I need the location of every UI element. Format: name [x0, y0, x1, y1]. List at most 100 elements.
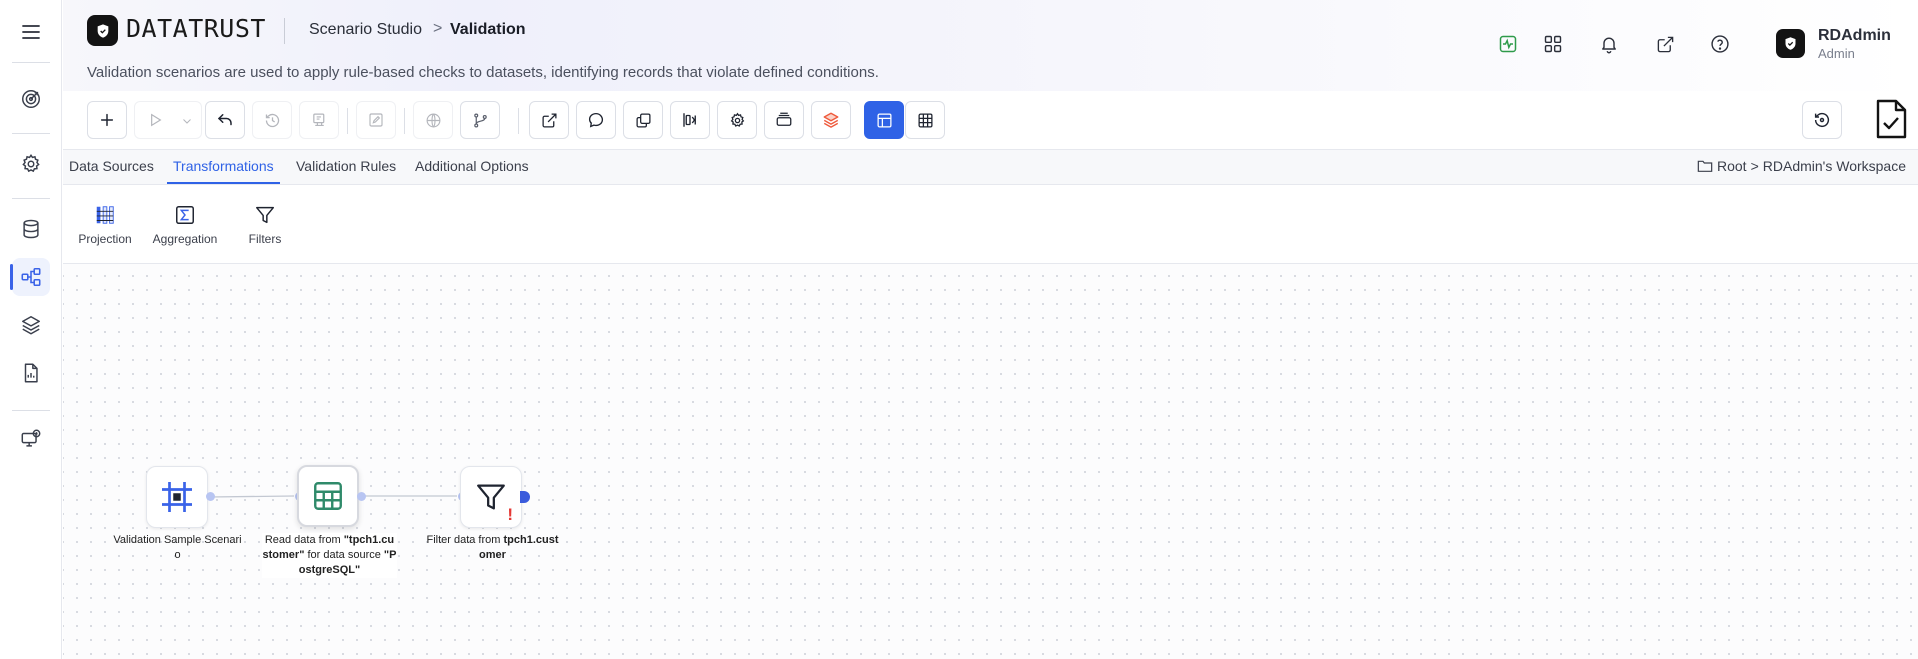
sidebar-divider [12, 133, 50, 134]
node-label-scenario: Validation Sample Scenario [113, 534, 242, 561]
node-filter-data[interactable]: ! [460, 466, 522, 528]
external-link-icon [541, 112, 557, 128]
align-icon [683, 113, 696, 127]
align-button[interactable] [670, 101, 710, 139]
node-scenario-start[interactable] [146, 466, 208, 528]
filter-icon [477, 484, 505, 510]
node-output-port[interactable] [357, 492, 366, 501]
workspace-name[interactable]: RDAdmin's Workspace [1763, 158, 1906, 174]
history-icon [265, 113, 279, 127]
tab-transformations[interactable]: Transformations [167, 158, 280, 184]
palette-item-aggregation[interactable]: Aggregation [150, 202, 220, 246]
open-button[interactable] [529, 101, 569, 139]
deploy-icon [312, 113, 324, 126]
node-read-data[interactable] [297, 465, 359, 527]
node-label-text: Read data from [264, 534, 344, 546]
revert-button[interactable] [1802, 101, 1842, 139]
layers-orange-icon [823, 112, 839, 128]
tab-validation-rules[interactable]: Validation Rules [296, 158, 396, 174]
database-icon [23, 219, 39, 239]
avatar[interactable] [1776, 29, 1805, 58]
sidebar-item-layers[interactable] [12, 306, 50, 344]
document-check-icon [1876, 99, 1907, 139]
globe-button[interactable] [413, 101, 453, 139]
table-view-button[interactable] [905, 101, 945, 139]
tab-data-sources[interactable]: Data Sources [69, 158, 154, 174]
tab-additional-options[interactable]: Additional Options [415, 158, 529, 174]
apps-grid-button[interactable] [1540, 31, 1566, 57]
sidebar-item-settings[interactable] [12, 145, 50, 183]
sidebar-item-target[interactable] [12, 80, 50, 118]
left-sidebar [0, 0, 62, 659]
node-label-text: for data source [304, 549, 384, 561]
monitor-icon [21, 429, 41, 447]
hamburger-menu-icon[interactable] [19, 20, 43, 44]
node-label-read: Read data from "tpch1.customer" for data… [262, 533, 397, 578]
edit-icon [369, 113, 383, 127]
undo-button[interactable] [205, 101, 245, 139]
toolbar-separator [518, 108, 519, 134]
apps-grid-icon [1544, 35, 1562, 53]
stack-button[interactable] [764, 101, 804, 139]
breadcrumb-parent[interactable]: Scenario Studio [309, 21, 422, 39]
history-button[interactable] [252, 101, 292, 139]
transformations-palette: Projection Aggregation Filters [63, 186, 1918, 264]
workspace-root[interactable]: Root [1717, 158, 1747, 174]
layers-icon [22, 316, 40, 335]
palette-label: Filters [248, 232, 282, 246]
layout-icon [876, 112, 892, 128]
page-description: Validation scenarios are used to apply r… [87, 64, 879, 81]
sidebar-item-database[interactable] [12, 210, 50, 248]
workspace-breadcrumb: Root > RDAdmin's Workspace [1697, 158, 1906, 174]
branch-button[interactable] [460, 101, 500, 139]
node-label-filter: Filter data from tpch1.customer [425, 533, 560, 563]
stack-icon [776, 112, 792, 126]
run-button[interactable] [134, 101, 202, 139]
palette-item-filters[interactable]: Filters [230, 202, 300, 246]
external-link-icon [1657, 36, 1673, 52]
sidebar-item-flow[interactable] [10, 258, 50, 296]
help-button[interactable] [1707, 31, 1733, 57]
activity-icon [1499, 35, 1517, 53]
user-name[interactable]: RDAdmin [1818, 27, 1891, 45]
target-icon [22, 90, 40, 108]
layout-view-button[interactable] [864, 101, 904, 139]
sidebar-divider [12, 198, 50, 199]
plus-icon [100, 113, 114, 127]
table-icon [314, 482, 342, 510]
sidebar-item-reports[interactable] [12, 354, 50, 392]
comment-button[interactable] [576, 101, 616, 139]
node-output-port[interactable] [206, 492, 215, 501]
deploy-button[interactable] [299, 101, 339, 139]
notifications-button[interactable] [1596, 31, 1622, 57]
bell-icon [1602, 37, 1616, 54]
flow-canvas[interactable]: Validation Sample Scenario Read data fro… [63, 264, 1918, 659]
toolbar-separator [404, 108, 405, 134]
copy-button[interactable] [623, 101, 663, 139]
open-external-button[interactable] [1652, 31, 1678, 57]
sidebar-item-monitor[interactable] [12, 420, 50, 458]
activity-button[interactable] [1495, 31, 1521, 57]
header-divider [284, 18, 285, 44]
undo-icon [217, 114, 232, 126]
frame-icon [162, 482, 192, 512]
comment-icon [588, 112, 604, 128]
filter-icon [256, 206, 274, 224]
branch-icon [473, 113, 487, 127]
edit-button[interactable] [356, 101, 396, 139]
help-icon [1711, 35, 1729, 53]
play-icon [151, 113, 162, 127]
top-header: DATATRUST Scenario Studio > Validation V… [63, 0, 1918, 91]
node-label-text: Filter data from [426, 534, 504, 546]
palette-item-projection[interactable]: Projection [70, 202, 140, 246]
settings-button[interactable] [717, 101, 757, 139]
warning-icon: ! [507, 505, 513, 524]
layers-orange-button[interactable] [811, 101, 851, 139]
workspace-separator: > [1750, 158, 1759, 174]
validate-document-button[interactable] [1871, 97, 1911, 141]
sigma-icon [176, 206, 194, 224]
add-button[interactable] [87, 101, 127, 139]
flow-icon [21, 267, 41, 287]
globe-icon [426, 113, 440, 127]
chevron-down-icon [183, 119, 191, 124]
